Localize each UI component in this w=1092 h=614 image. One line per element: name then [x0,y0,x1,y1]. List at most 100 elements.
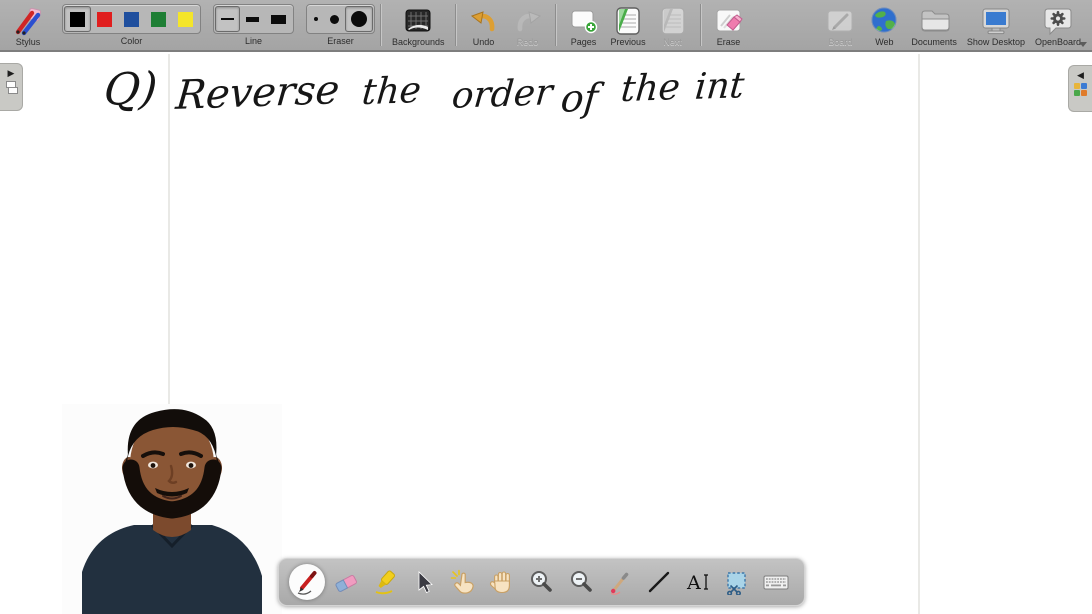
openboard-gear-icon [1042,6,1074,37]
documents-folder-icon [918,6,950,37]
backgrounds-icon [403,6,433,37]
toolbar-separator [454,4,457,46]
eraser-label: Eraser [327,36,354,46]
backgrounds-button[interactable]: Backgrounds [387,4,450,47]
line-thin-option[interactable] [215,6,240,32]
hand-pan-tool-button[interactable] [484,564,520,600]
pages-label: Pages [570,36,597,47]
web-button[interactable]: Web [862,4,906,47]
highlighter-icon [375,570,396,595]
virtual-keyboard-tool-button[interactable] [758,564,794,600]
page-navigator-icon [5,81,18,94]
eraser-group: Eraser [306,4,375,46]
whiteboard-canvas[interactable]: Q) Reverse the order of the int ▶ ◀ A [0,54,1092,614]
text-tool-icon: A [686,572,708,594]
pages-button[interactable]: Pages [562,4,606,47]
next-page-label: Next [663,36,682,47]
webcam-overlay [62,404,282,614]
eraser-large-option[interactable] [345,6,373,32]
line-tool-button[interactable] [641,564,677,600]
line-medium-option[interactable] [240,6,265,32]
previous-page-label: Previous [610,36,646,47]
previous-page-button[interactable]: Previous [606,4,651,47]
expand-right-icon: ▶ [7,68,15,78]
undo-label: Undo [472,36,495,47]
eraser-small-option[interactable] [308,6,324,32]
library-icon [1074,83,1087,96]
next-page-icon [658,6,688,37]
show-desktop-label: Show Desktop [966,36,1025,47]
pointing-hand-icon [451,569,475,594]
handwritten-word: Reverse [174,67,342,119]
zoom-out-icon [570,571,592,592]
color-swatch-black[interactable] [64,6,91,32]
pen-tool-button[interactable] [289,564,325,600]
stylus-button[interactable]: Stylus [6,4,50,47]
line-group: Line [213,4,294,46]
top-toolbar: Stylus Color Line Eraser Backgrounds Und… [0,0,1092,52]
capture-tool-button[interactable] [719,564,755,600]
page-boundary-right [918,54,920,614]
line-label: Line [244,36,262,46]
left-drawer-tab[interactable]: ▶ [0,63,23,111]
text-tool-button[interactable]: A [680,564,716,600]
expand-left-icon: ◀ [1077,70,1084,80]
undo-icon [469,6,499,37]
presenter-portrait [62,404,282,614]
web-globe-icon [869,6,899,37]
color-swatch-green[interactable] [145,6,172,32]
handwritten-word: the [360,69,423,114]
open-hand-icon [490,571,511,594]
pages-add-icon [569,6,599,37]
toolbar-right-cluster: Board Web Documents Show Desktop OpenBoa… [818,4,1086,47]
backgrounds-label: Backgrounds [392,36,445,47]
eraser-tool-button[interactable] [328,564,364,600]
documents-label: Documents [911,36,957,47]
redo-button: Redo [506,4,550,47]
pen-icon [297,571,317,595]
toolbar-separator [380,4,382,46]
next-page-button: Next [651,4,695,47]
line-icon [648,571,669,593]
handwritten-word: order [450,72,555,117]
line-thick-option[interactable] [265,6,292,32]
show-desktop-button[interactable]: Show Desktop [962,4,1030,47]
laser-pointer-tool-button[interactable] [602,564,638,600]
board-label: Board [828,36,853,47]
right-drawer-tab[interactable]: ◀ [1068,65,1092,112]
handwritten-word: int [693,65,746,108]
undo-button[interactable]: Undo [462,4,506,47]
erase-button[interactable]: Erase [707,4,751,47]
eraser-icon [335,574,358,592]
highlighter-tool-button[interactable] [367,564,403,600]
cursor-arrow-icon [418,571,434,594]
redo-label: Redo [516,36,539,47]
color-label: Color [120,36,143,46]
toolbar-overflow-arrow[interactable] [1079,42,1087,47]
zoom-in-icon [531,571,553,592]
board-icon [825,6,855,37]
zoom-in-tool-button[interactable] [523,564,559,600]
color-swatch-red[interactable] [91,6,118,32]
web-label: Web [875,36,894,47]
redo-icon [513,6,543,37]
documents-button[interactable]: Documents [906,4,962,47]
bottom-toolbar: A [278,558,805,606]
interact-tool-button[interactable] [445,564,481,600]
stylus-label: Stylus [15,36,41,47]
selector-tool-button[interactable] [406,564,442,600]
color-swatch-yellow[interactable] [172,6,199,32]
keyboard-icon [763,575,789,590]
color-swatch-blue[interactable] [118,6,145,32]
toolbar-separator [554,4,557,46]
openboard-label: OpenBoard [1034,36,1081,47]
laser-pointer-icon [610,572,628,595]
openboard-menu-button[interactable]: OpenBoard [1030,4,1086,47]
handwritten-word: the [619,66,682,111]
svg-text:A: A [686,572,701,594]
zoom-out-tool-button[interactable] [563,564,599,600]
board-button: Board [818,4,862,47]
toolbar-separator [699,4,702,46]
color-group: Color [62,4,201,46]
eraser-medium-option[interactable] [324,6,345,32]
